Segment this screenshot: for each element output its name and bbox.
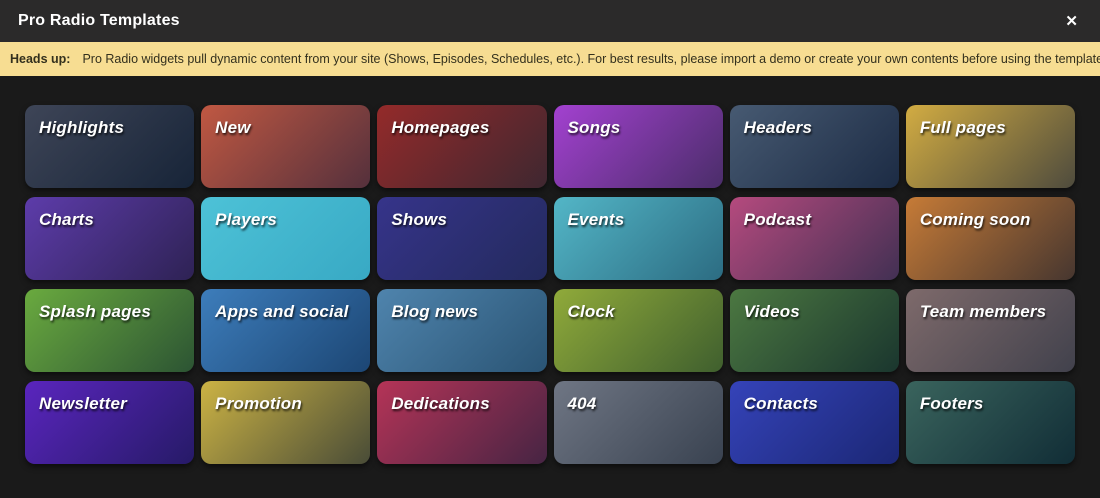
template-card[interactable]: Homepages — [377, 105, 546, 188]
template-card[interactable]: Newsletter — [25, 381, 194, 464]
template-card-label: Charts — [39, 210, 94, 229]
template-card-label: Promotion — [215, 394, 302, 413]
notice-lead: Heads up: — [10, 52, 70, 66]
template-card[interactable]: Team members — [906, 289, 1075, 372]
template-card-label: 404 — [568, 394, 597, 413]
close-icon[interactable]: ✕ — [1061, 10, 1082, 33]
template-card[interactable]: Promotion — [201, 381, 370, 464]
template-card[interactable]: Splash pages — [25, 289, 194, 372]
template-card[interactable]: Shows — [377, 197, 546, 280]
notice-text: Pro Radio widgets pull dynamic content f… — [82, 52, 1100, 66]
notice-banner: Heads up: Pro Radio widgets pull dynamic … — [0, 42, 1100, 76]
template-card[interactable]: Full pages — [906, 105, 1075, 188]
template-card-label: New — [215, 118, 251, 137]
template-card-label: Splash pages — [39, 302, 151, 321]
template-card[interactable]: New — [201, 105, 370, 188]
template-card-label: Homepages — [391, 118, 489, 137]
template-card[interactable]: Podcast — [730, 197, 899, 280]
template-card[interactable]: Videos — [730, 289, 899, 372]
template-card-label: Clock — [568, 302, 615, 321]
template-card[interactable]: Blog news — [377, 289, 546, 372]
template-card[interactable]: Headers — [730, 105, 899, 188]
template-grid: Highlights New Homepages Songs Headers F… — [25, 105, 1075, 464]
template-card-label: Headers — [744, 118, 813, 137]
modal-title: Pro Radio Templates — [18, 12, 180, 30]
template-card-label: Blog news — [391, 302, 478, 321]
template-card-label: Newsletter — [39, 394, 127, 413]
template-card-label: Videos — [744, 302, 800, 321]
template-card-label: Contacts — [744, 394, 818, 413]
modal-header: Pro Radio Templates ✕ — [0, 0, 1100, 42]
template-card[interactable]: Clock — [554, 289, 723, 372]
template-card-label: Dedications — [391, 394, 490, 413]
template-card[interactable]: 404 — [554, 381, 723, 464]
template-card[interactable]: Contacts — [730, 381, 899, 464]
template-card[interactable]: Highlights — [25, 105, 194, 188]
template-card[interactable]: Events — [554, 197, 723, 280]
template-card-label: Team members — [920, 302, 1047, 321]
template-card-label: Apps and social — [215, 302, 348, 321]
template-card-label: Shows — [391, 210, 447, 229]
template-card-label: Footers — [920, 394, 984, 413]
template-card-label: Podcast — [744, 210, 812, 229]
template-card[interactable]: Players — [201, 197, 370, 280]
template-card[interactable]: Charts — [25, 197, 194, 280]
template-card-label: Full pages — [920, 118, 1006, 137]
template-card-label: Highlights — [39, 118, 124, 137]
template-card[interactable]: Dedications — [377, 381, 546, 464]
template-card[interactable]: Songs — [554, 105, 723, 188]
template-card-label: Players — [215, 210, 277, 229]
template-card[interactable]: Apps and social — [201, 289, 370, 372]
template-card[interactable]: Coming soon — [906, 197, 1075, 280]
template-card-label: Coming soon — [920, 210, 1031, 229]
template-card-label: Events — [568, 210, 625, 229]
template-card[interactable]: Footers — [906, 381, 1075, 464]
template-card-label: Songs — [568, 118, 621, 137]
